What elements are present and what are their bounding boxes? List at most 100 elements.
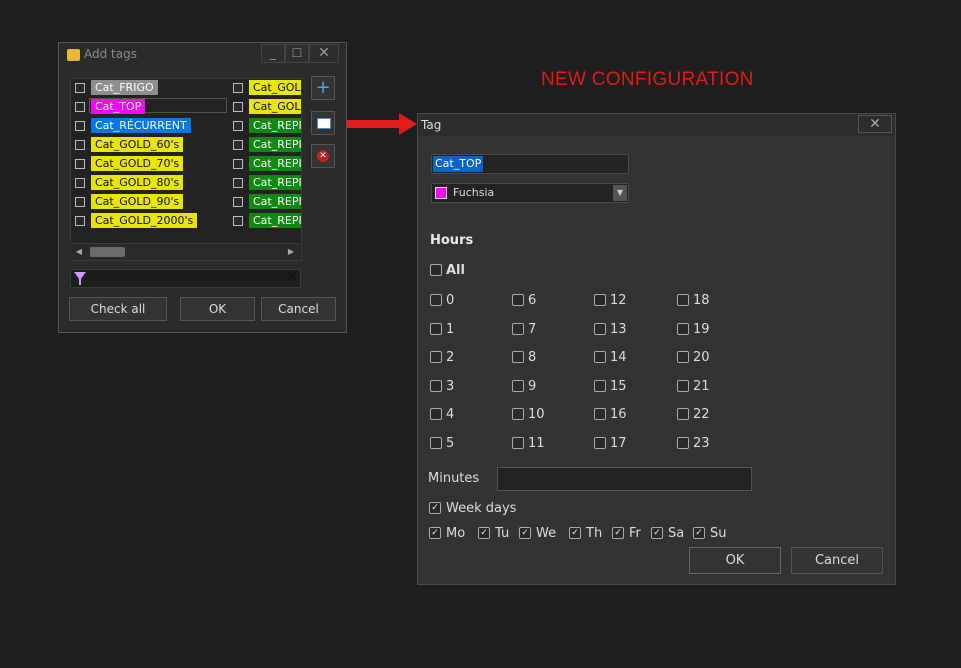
close-button[interactable]: ✕ bbox=[858, 115, 892, 133]
tag-list: Cat_FRIGO Cat_TOP Cat_RÉCURRENT Cat_GOLD_60… bbox=[70, 78, 302, 261]
add-tag-button[interactable]: + bbox=[311, 76, 335, 100]
tag-name-value: Cat_TOP bbox=[433, 156, 484, 172]
tag-label: Cat_REPI bbox=[249, 175, 301, 190]
hour-label: 15 bbox=[610, 378, 627, 394]
hour-checkbox[interactable] bbox=[677, 437, 689, 449]
tag-checkbox[interactable] bbox=[233, 83, 243, 93]
hour-label: 18 bbox=[693, 293, 710, 308]
close-button[interactable]: ✕ bbox=[309, 44, 339, 63]
hour-checkbox[interactable] bbox=[430, 408, 442, 421]
hours-title: Hours bbox=[430, 233, 474, 248]
tag-checkbox[interactable] bbox=[233, 197, 243, 207]
day-checkbox-tu[interactable]: ✓ bbox=[478, 527, 490, 539]
new-configuration-heading: NEW CONFIGURATION bbox=[541, 69, 754, 90]
cancel-button[interactable]: Cancel bbox=[791, 547, 883, 574]
maximize-button[interactable]: ☐ bbox=[285, 44, 309, 63]
tag-list-item[interactable]: Cat_REPI bbox=[71, 212, 301, 230]
tag-list-item[interactable]: Cat_REPI bbox=[71, 136, 301, 154]
color-select[interactable]: Fuchsia ▼ bbox=[431, 183, 629, 203]
minutes-label: Minutes bbox=[428, 471, 480, 486]
hour-label: 8 bbox=[528, 350, 537, 366]
tag-checkbox[interactable] bbox=[233, 159, 243, 169]
horizontal-scrollbar[interactable]: ◀ ▶ bbox=[70, 243, 300, 260]
edit-icon bbox=[317, 118, 331, 129]
scroll-thumb[interactable] bbox=[90, 247, 125, 257]
tag-label: Cat_GOL bbox=[249, 80, 301, 95]
day-checkbox-sa[interactable]: ✓ bbox=[651, 527, 663, 539]
arrow-right-icon bbox=[347, 113, 417, 135]
tag-list-item[interactable]: Cat_REPI bbox=[71, 174, 301, 192]
tag-checkbox[interactable] bbox=[233, 102, 243, 112]
hour-checkbox[interactable] bbox=[512, 351, 524, 364]
tag-list-item[interactable]: Cat_GOL bbox=[71, 98, 301, 116]
tag-dialog: Tag ✕ Cat_TOP Fuchsia ▼ Hours All 012345… bbox=[417, 113, 896, 585]
hour-checkbox[interactable] bbox=[594, 351, 606, 364]
hour-checkbox[interactable] bbox=[512, 379, 524, 392]
hour-checkbox[interactable] bbox=[677, 379, 689, 392]
clear-filter-icon[interactable]: ✕ bbox=[286, 270, 297, 285]
hour-checkbox[interactable] bbox=[677, 294, 689, 306]
hour-label: 3 bbox=[446, 378, 455, 394]
tag-list-item[interactable]: Cat_REPI bbox=[71, 193, 301, 211]
hour-label: 19 bbox=[693, 321, 710, 337]
tag-dialog-title: Tag bbox=[421, 118, 442, 132]
hour-checkbox[interactable] bbox=[594, 294, 606, 306]
tag-checkbox[interactable] bbox=[233, 216, 243, 226]
hour-checkbox[interactable] bbox=[512, 437, 524, 449]
chevron-down-icon[interactable]: ▼ bbox=[613, 185, 627, 201]
scroll-right-icon[interactable]: ▶ bbox=[284, 246, 298, 258]
day-checkbox-fr[interactable]: ✓ bbox=[612, 527, 624, 539]
check-all-button[interactable]: Check all bbox=[69, 297, 167, 321]
tag-name-input[interactable]: Cat_TOP bbox=[431, 154, 629, 174]
hour-checkbox[interactable] bbox=[594, 322, 606, 335]
remove-tag-button[interactable]: ✕ bbox=[311, 144, 335, 168]
filter-input[interactable]: ✕ bbox=[70, 269, 301, 288]
hour-label: 6 bbox=[528, 293, 537, 308]
hour-checkbox[interactable] bbox=[594, 408, 606, 421]
minimize-button[interactable]: _ bbox=[261, 44, 285, 63]
tag-list-item[interactable]: Cat_REPI bbox=[71, 117, 301, 135]
add-tags-titlebar: Add tags _ ☐ ✕ bbox=[59, 43, 346, 67]
remove-icon: ✕ bbox=[317, 150, 329, 162]
edit-tag-button[interactable] bbox=[311, 111, 335, 135]
ok-button[interactable]: OK bbox=[689, 547, 781, 574]
tag-checkbox[interactable] bbox=[233, 140, 243, 150]
hour-checkbox[interactable] bbox=[512, 408, 524, 421]
day-checkbox-we[interactable]: ✓ bbox=[519, 527, 531, 539]
all-hours-checkbox[interactable] bbox=[430, 264, 442, 276]
ok-button[interactable]: OK bbox=[180, 297, 255, 321]
day-label: We bbox=[536, 526, 557, 541]
hour-checkbox[interactable] bbox=[594, 379, 606, 392]
hour-checkbox[interactable] bbox=[677, 408, 689, 421]
tag-label: Cat_GOL bbox=[249, 99, 301, 114]
hour-label: 22 bbox=[693, 407, 710, 423]
hour-checkbox[interactable] bbox=[512, 322, 524, 335]
hour-checkbox[interactable] bbox=[430, 322, 442, 335]
tag-checkbox[interactable] bbox=[233, 178, 243, 188]
hour-checkbox[interactable] bbox=[677, 322, 689, 335]
tag-checkbox[interactable] bbox=[233, 121, 243, 131]
minutes-input[interactable] bbox=[497, 467, 752, 491]
hour-checkbox[interactable] bbox=[594, 437, 606, 449]
week-days-checkbox[interactable]: ✓ bbox=[429, 502, 441, 514]
day-label: Tu bbox=[495, 526, 510, 541]
tag-list-item[interactable]: Cat_GOL bbox=[71, 79, 301, 97]
day-checkbox-th[interactable]: ✓ bbox=[569, 527, 581, 539]
day-checkbox-su[interactable]: ✓ bbox=[693, 527, 705, 539]
tag-label: Cat_REPI bbox=[249, 213, 301, 228]
day-checkbox-mo[interactable]: ✓ bbox=[429, 527, 441, 539]
week-days-label: Week days bbox=[446, 501, 517, 516]
day-label: Mo bbox=[446, 526, 466, 541]
hour-checkbox[interactable] bbox=[430, 351, 442, 364]
hour-checkbox[interactable] bbox=[512, 294, 524, 306]
hour-checkbox[interactable] bbox=[430, 294, 442, 306]
tag-list-item[interactable]: Cat_REPI bbox=[71, 155, 301, 173]
hour-checkbox[interactable] bbox=[430, 379, 442, 392]
tag-label: Cat_REPI bbox=[249, 194, 301, 209]
filter-icon bbox=[74, 272, 86, 285]
scroll-left-icon[interactable]: ◀ bbox=[72, 246, 86, 258]
tag-titlebar: Tag ✕ bbox=[418, 114, 895, 136]
hour-checkbox[interactable] bbox=[430, 437, 442, 449]
cancel-button[interactable]: Cancel bbox=[261, 297, 336, 321]
hour-checkbox[interactable] bbox=[677, 351, 689, 364]
